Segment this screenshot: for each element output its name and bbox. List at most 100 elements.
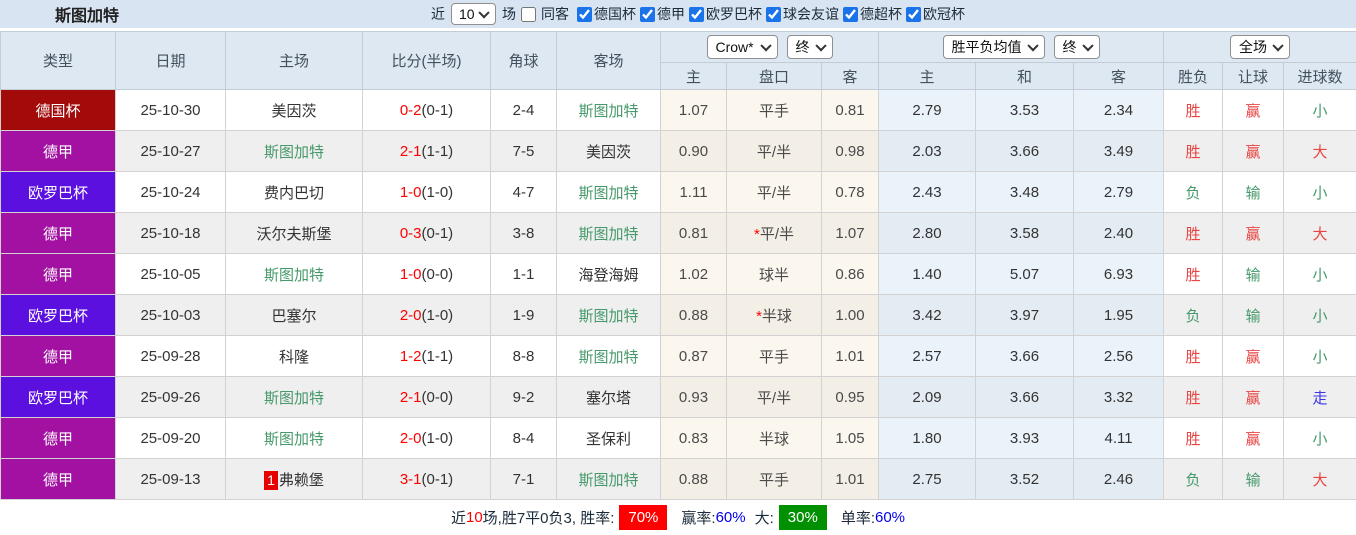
euro-draw-odds: 3.66: [975, 376, 1075, 418]
match-date: 25-10-05: [115, 253, 226, 295]
euro-draw-odds: 3.97: [975, 294, 1075, 336]
league-checkbox-2[interactable]: [689, 6, 704, 22]
asian-away-odds: 1.07: [820, 212, 880, 254]
home-team-cell: 科隆: [225, 335, 363, 377]
halftime-score: (0-1): [421, 224, 454, 242]
home-team-name: 美因茨: [271, 102, 317, 120]
league-checkbox-1[interactable]: [640, 6, 655, 22]
euro-away-odds: 4.11: [1073, 417, 1165, 459]
score-cell: 1-0(0-0): [362, 253, 491, 295]
home-team-name: 巴塞尔: [271, 307, 317, 325]
table-row: 德甲 25-10-27 斯图加特 2-1(1-1) 7-5 美因茨 0.90 平…: [0, 130, 1356, 172]
score-cell: 3-1(0-1): [362, 458, 491, 500]
corner-count: 8-4: [490, 417, 557, 459]
league-filter-0: 德国杯: [575, 4, 636, 24]
asian-home-odds: 1.11: [660, 171, 727, 213]
score-cell: 2-1(0-0): [362, 376, 491, 418]
big-rate-badge: 30%: [778, 505, 827, 530]
home-team-name: 沃尔夫斯堡: [256, 225, 332, 243]
euro-time-select[interactable]: 终: [1053, 35, 1100, 59]
result-scope-select[interactable]: 全场: [1230, 35, 1291, 59]
euro-away-odds: 3.49: [1073, 130, 1165, 172]
result-handicap: 赢: [1222, 335, 1285, 377]
league-filter-3: 球会友谊: [764, 4, 839, 24]
subheader-handicap: 盘口: [726, 62, 822, 90]
rank-badge: 1: [264, 470, 278, 490]
handicap-cell: 平手: [726, 458, 822, 500]
filter-controls: 近 10 场 同客 德国杯 德甲 欧罗巴杯 球会友谊 德超杯 欧冠杯: [428, 0, 970, 28]
result-handicap: 赢: [1222, 130, 1285, 172]
league-checkbox-0[interactable]: [577, 6, 592, 22]
away-team-name: 美因茨: [585, 143, 631, 161]
same-venue-checkbox[interactable]: [521, 6, 536, 22]
recent-count-select[interactable]: 10: [451, 3, 496, 25]
corner-count: 1-9: [490, 294, 557, 336]
win-odds-value: 60%: [715, 509, 746, 526]
fulltime-score: 1-0: [399, 265, 422, 283]
handicap-line: 平/半: [759, 225, 794, 243]
handicap-cell: 球半: [726, 253, 822, 295]
league-badge: 欧罗巴杯: [0, 376, 116, 418]
asian-time-select[interactable]: 终: [786, 35, 833, 59]
result-wdl: 负: [1163, 458, 1224, 500]
home-team-name: 弗赖堡: [278, 471, 324, 489]
league-badge: 德甲: [0, 253, 116, 295]
league-badge: 德甲: [0, 458, 116, 500]
away-team-name: 塞尔塔: [585, 389, 631, 407]
asian-away-odds: 0.81: [820, 89, 880, 131]
home-team-name: 斯图加特: [263, 389, 324, 407]
away-team-cell: 美因茨: [556, 130, 661, 172]
handicap-cell: 平/半: [726, 171, 822, 213]
asian-away-odds: 1.00: [820, 294, 880, 336]
league-badge: 德国杯: [0, 89, 116, 131]
league-checkbox-3[interactable]: [766, 6, 781, 22]
match-date: 25-09-26: [115, 376, 226, 418]
away-team-name: 斯图加特: [578, 348, 639, 366]
handicap-line: 平/半: [756, 184, 792, 202]
subheader-wdl: 胜负: [1163, 62, 1224, 90]
handicap-cell: 平/半: [726, 130, 822, 172]
asian-company-select[interactable]: Crow*: [706, 35, 778, 59]
home-team-cell: 巴塞尔: [225, 294, 363, 336]
away-team-name: 圣保利: [585, 430, 631, 448]
col-header-type: 类型: [0, 31, 116, 90]
home-team-name: 斯图加特: [263, 266, 324, 284]
league-label-0: 德国杯: [594, 6, 636, 22]
asian-away-odds: 1.01: [820, 335, 880, 377]
away-team-cell: 斯图加特: [556, 458, 661, 500]
single-rate-label: 单率:: [840, 510, 875, 527]
handicap-line: 平/半: [756, 389, 792, 407]
league-checkbox-4[interactable]: [843, 6, 858, 22]
handicap-line: 平手: [758, 471, 789, 489]
subheader-asian-home: 主: [660, 62, 727, 90]
result-goals: 小: [1283, 253, 1356, 295]
league-checkbox-5[interactable]: [906, 6, 921, 22]
home-team-cell: 斯图加特: [225, 130, 363, 172]
score-cell: 2-0(1-0): [362, 294, 491, 336]
subheader-asian-away: 客: [820, 62, 880, 90]
away-team-name: 斯图加特: [578, 225, 639, 243]
table-row: 德甲 25-09-28 科隆 1-2(1-1) 8-8 斯图加特 0.87 平手…: [0, 335, 1356, 377]
summary-count: 10: [465, 509, 483, 526]
away-team-cell: 圣保利: [556, 417, 661, 459]
euro-type-select[interactable]: 胜平负均值: [942, 35, 1045, 59]
halftime-score: (0-0): [421, 388, 454, 406]
corner-count: 8-8: [490, 335, 557, 377]
result-wdl: 负: [1163, 171, 1224, 213]
fulltime-score: 1-0: [399, 183, 422, 201]
corner-count: 7-5: [490, 130, 557, 172]
halftime-score: (1-0): [421, 429, 454, 447]
score-cell: 2-1(1-1): [362, 130, 491, 172]
halftime-score: (1-0): [421, 183, 454, 201]
score-cell: 0-3(0-1): [362, 212, 491, 254]
halftime-score: (1-1): [421, 347, 454, 365]
halftime-score: (1-0): [421, 306, 454, 324]
league-label-1: 德甲: [657, 6, 685, 22]
away-team-name: 海登海姆: [578, 266, 639, 284]
asian-away-odds: 0.78: [820, 171, 880, 213]
league-label-5: 欧冠杯: [923, 6, 965, 22]
euro-home-odds: 2.03: [878, 130, 977, 172]
fulltime-score: 0-3: [399, 224, 422, 242]
table-row: 德甲 25-09-13 1 弗赖堡 3-1(0-1) 7-1 斯图加特 0.88 …: [0, 458, 1356, 500]
asian-away-odds: 0.86: [820, 253, 880, 295]
